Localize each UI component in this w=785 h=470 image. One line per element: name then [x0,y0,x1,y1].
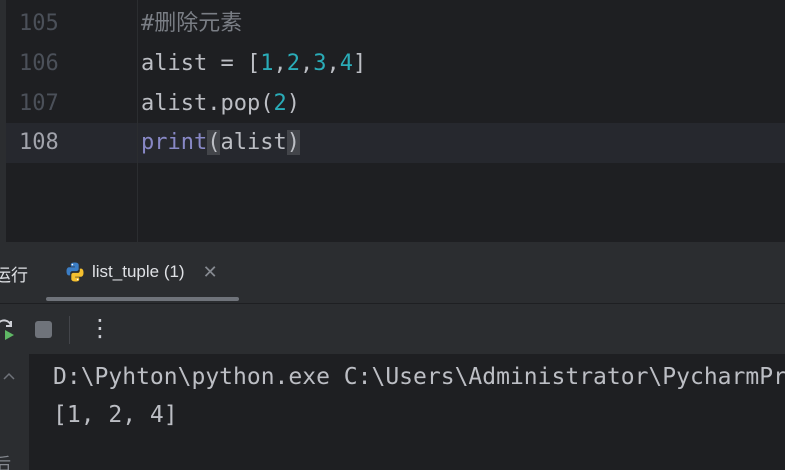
console-side-toolbar: 后 [0,354,29,470]
line-number: 105 [19,11,59,36]
scroll-up-icon[interactable] [2,368,16,382]
comment-text: #删除元素 [141,11,243,36]
comma: , [299,51,314,76]
run-tab-list-tuple[interactable]: list_tuple (1) ✕ [64,258,218,286]
number-literal: 2 [273,91,287,116]
console-output-line: [1, 2, 4] [53,402,178,428]
run-tab-label: list_tuple (1) [92,262,185,281]
number-literal: 3 [313,51,327,76]
paren-match-highlight: ( [207,130,221,155]
builtin-function: print [141,130,208,155]
rerun-icon[interactable] [0,318,18,342]
more-options-icon[interactable]: ⋮ [88,314,112,342]
code-token: alist = [ [141,51,261,76]
paren-match-highlight: ) [286,130,300,155]
run-toolbar: ⋮ [0,304,785,354]
side-toolbar-label: 后 [0,455,11,470]
code-text: alist.pop(2) [141,84,300,124]
code-line-107[interactable]: 107 alist.pop(2) [6,84,785,124]
number-literal: 4 [339,51,353,76]
comma: , [273,51,287,76]
number-literal: 1 [260,51,274,76]
code-text: print(alist) [141,123,300,163]
comma: , [326,51,340,76]
code-token: alist.pop( [141,91,274,116]
toolbar-divider [69,316,70,344]
run-tool-window-header: 运行 list_tuple (1) ✕ [0,242,785,304]
stop-icon[interactable] [35,321,52,338]
python-icon [64,261,86,283]
code-editor[interactable]: 105 #删除元素 106 alist = [1,2,3,4] 107 alis… [0,0,785,242]
close-icon[interactable]: ✕ [203,262,218,283]
line-number: 106 [19,51,59,76]
run-console[interactable]: 后 D:\Pyhton\python.exe C:\Users\Administ… [0,354,785,470]
console-output-line: D:\Pyhton\python.exe C:\Users\Administra… [53,364,785,390]
code-token: ] [352,51,367,76]
code-token: alist [220,130,287,155]
tool-window-title: 运行 [0,266,28,285]
active-tab-indicator [46,297,239,301]
number-literal: 2 [286,51,300,76]
code-line-108-current[interactable]: 108 print(alist) [6,123,785,163]
code-token: ) [286,91,300,116]
code-line-106[interactable]: 106 alist = [1,2,3,4] [6,44,785,84]
code-text: alist = [1,2,3,4] [141,44,366,84]
line-number: 107 [19,91,59,116]
line-number: 108 [19,130,59,155]
code-line-105[interactable]: 105 #删除元素 [6,4,785,44]
gutter-separator [137,0,138,242]
